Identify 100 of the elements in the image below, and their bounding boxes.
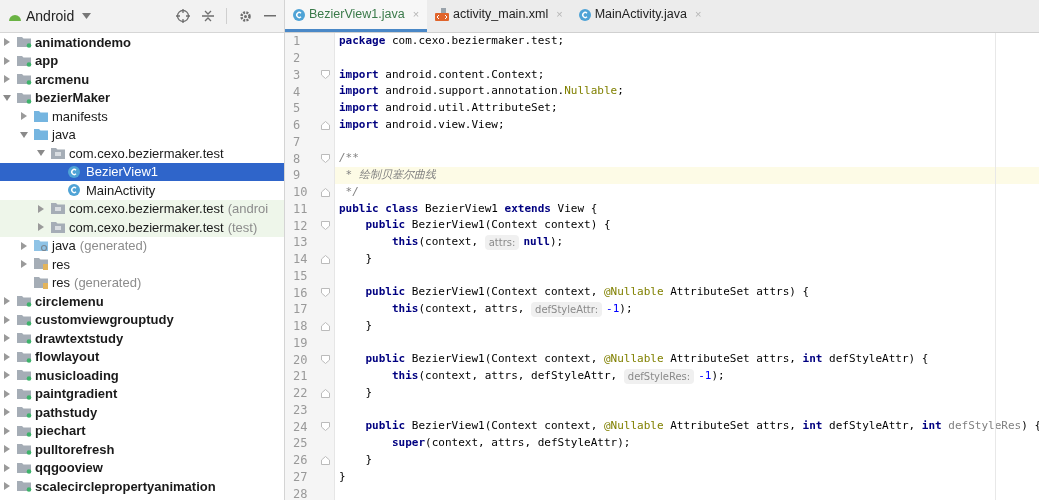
line-number: 26: [292, 452, 309, 470]
settings-icon[interactable]: [239, 9, 252, 23]
tree-row[interactable]: com.cexo.beziermaker.test (androi: [0, 199, 284, 218]
caret-icon[interactable]: [3, 56, 11, 65]
tree-row[interactable]: animationdemo: [0, 33, 284, 52]
caret-icon[interactable]: [3, 371, 11, 380]
fold-end-icon[interactable]: [321, 187, 330, 197]
line-number: 23: [292, 401, 309, 419]
tree-row[interactable]: qqgooview: [0, 458, 284, 477]
minimize-icon[interactable]: [264, 15, 276, 17]
code-line: }: [364, 384, 373, 401]
tree-row[interactable]: scalecirclepropertyanimation: [0, 477, 284, 496]
caret-icon[interactable]: [20, 260, 28, 269]
package-folder-icon: [51, 221, 65, 233]
tree-item-label: pathstudy: [35, 403, 98, 422]
fold-icon[interactable]: [321, 154, 330, 164]
tree-row[interactable]: customviewgrouptudy: [0, 310, 284, 329]
caret-icon[interactable]: [3, 334, 11, 343]
dropdown-caret-icon[interactable]: [82, 13, 92, 19]
caret-icon[interactable]: [3, 315, 11, 324]
line-number: 18: [292, 318, 309, 336]
caret-icon[interactable]: [20, 130, 28, 139]
code-line: }: [364, 250, 373, 267]
fold-end-icon[interactable]: [321, 120, 330, 130]
fold-end-icon[interactable]: [321, 388, 330, 398]
code-line: this(context, attrs, defStyleAttr, defStyleRes: -1);: [390, 368, 725, 385]
tree-item-label: manifests: [52, 107, 108, 126]
code-line: /**: [339, 150, 359, 167]
fold-icon[interactable]: [321, 355, 330, 365]
caret-icon[interactable]: [3, 482, 11, 491]
tree-row[interactable]: musicloading: [0, 366, 284, 385]
tree-row[interactable]: piechart: [0, 421, 284, 440]
tree-row[interactable]: arcmenu: [0, 70, 284, 89]
line-number: 8: [292, 150, 302, 168]
tree-row[interactable]: com.cexo.beziermaker.test (test): [0, 218, 284, 237]
caret-icon[interactable]: [37, 223, 45, 232]
class-icon: [68, 165, 80, 178]
tree-item-label: bezierMaker: [35, 89, 111, 107]
fold-icon[interactable]: [321, 70, 330, 80]
tree-row[interactable]: flowlayout: [0, 347, 284, 366]
tree-row[interactable]: res: [0, 255, 284, 274]
editor-tab[interactable]: BezierView1.java ×: [285, 0, 428, 32]
caret-icon[interactable]: [3, 352, 11, 361]
code-line: this(context, attrs, defStyleAttr: -1);: [390, 301, 633, 318]
caret-icon[interactable]: [3, 297, 11, 306]
line-number: 12: [292, 217, 309, 235]
line-number: 19: [292, 334, 309, 352]
fold-icon[interactable]: [321, 221, 330, 231]
tree-item-label: drawtextstudy: [35, 329, 124, 348]
tree-item-label: piechart: [35, 422, 86, 440]
tree-row[interactable]: MainActivity: [0, 181, 284, 200]
tree-row[interactable]: drawtextstudy: [0, 329, 284, 348]
tree-item-suffix: (test): [227, 218, 258, 237]
fold-end-icon[interactable]: [321, 321, 330, 331]
caret-icon[interactable]: [3, 75, 11, 84]
fold-end-icon[interactable]: [321, 254, 330, 264]
caret-icon[interactable]: [3, 389, 11, 398]
caret-icon[interactable]: [37, 204, 45, 213]
line-number: 15: [292, 267, 309, 285]
tree-item-label: scalecirclepropertyanimation: [35, 477, 216, 496]
tree-row[interactable]: res (generated): [0, 273, 284, 292]
folder-icon: [34, 129, 48, 141]
code-line: import android.content.Context;: [339, 66, 545, 83]
caret-icon[interactable]: [37, 149, 45, 158]
tree-row[interactable]: java (generated): [0, 236, 284, 255]
fold-icon[interactable]: [321, 422, 330, 432]
tree-item-suffix: (generated): [74, 274, 142, 292]
tree-row[interactable]: pulltorefresh: [0, 440, 284, 459]
code-line: import android.view.View;: [339, 116, 505, 133]
tree-row[interactable]: BezierView1: [0, 162, 284, 181]
tree-item-suffix: (generated): [79, 237, 148, 255]
caret-icon[interactable]: [3, 426, 11, 435]
parameter-hint: defStyleAttr:: [531, 301, 603, 317]
fold-end-icon[interactable]: [321, 455, 330, 465]
editor-tab[interactable]: MainActivity.java ×: [570, 0, 710, 32]
collapse-all-icon[interactable]: [202, 9, 214, 23]
tree-row[interactable]: app: [0, 51, 284, 70]
tree-row[interactable]: java: [0, 125, 284, 144]
editor-tab[interactable]: activity_main.xml ×: [427, 0, 571, 32]
xml-file-icon: [435, 8, 450, 21]
tree-item-label: com.cexo.beziermaker.test: [69, 200, 224, 218]
caret-icon[interactable]: [3, 463, 11, 472]
locate-icon[interactable]: [176, 9, 190, 23]
tree-row[interactable]: com.cexo.beziermaker.test: [0, 144, 284, 163]
caret-icon[interactable]: [3, 93, 11, 102]
tree-row[interactable]: paintgradient: [0, 384, 284, 403]
fold-icon[interactable]: [321, 288, 330, 298]
line-number: 1: [292, 33, 302, 51]
code-line: public BezierView1(Context context) {: [364, 217, 611, 234]
tree-row[interactable]: bezierMaker: [0, 88, 284, 107]
caret-icon[interactable]: [3, 445, 11, 454]
view-selector[interactable]: Android: [26, 5, 75, 27]
caret-icon[interactable]: [20, 112, 28, 121]
caret-icon[interactable]: [3, 408, 11, 417]
caret-icon[interactable]: [20, 241, 28, 250]
tree-row[interactable]: manifests: [0, 107, 284, 126]
caret-icon[interactable]: [3, 38, 11, 47]
tree-row[interactable]: circlemenu: [0, 292, 284, 311]
tree-row[interactable]: pathstudy: [0, 403, 284, 422]
code-editor[interactable]: [285, 33, 1039, 500]
